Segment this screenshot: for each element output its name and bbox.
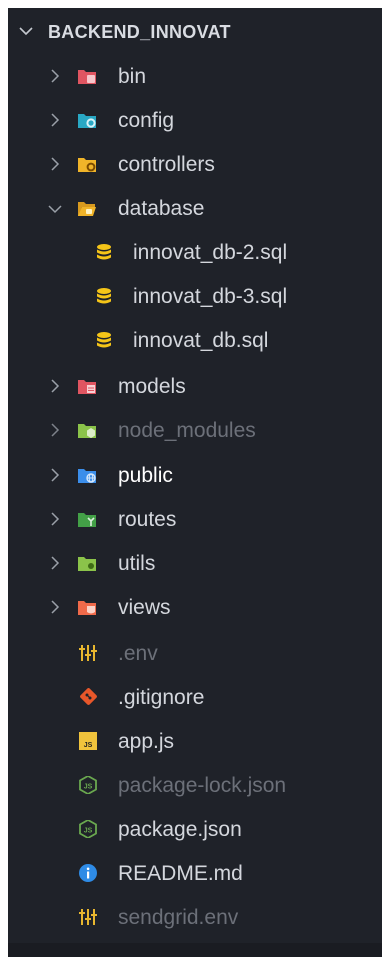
tree-folder-routes[interactable]: routes <box>8 497 382 541</box>
folder-models-icon <box>78 380 96 394</box>
tree-label: database <box>118 197 205 220</box>
tree-label: innovat_db.sql <box>133 329 269 352</box>
tree-label: config <box>118 109 175 132</box>
tree-label: package-lock.json <box>118 774 287 797</box>
tree-label: utils <box>118 552 156 575</box>
chevron-right-icon <box>51 512 60 526</box>
database-file-icon <box>97 288 111 304</box>
svg-text:JS: JS <box>84 828 93 835</box>
file-explorer-panel: BACKEND_INNOVAT bin config controllers d… <box>8 8 382 957</box>
tree-label: innovat_db-3.sql <box>133 285 288 308</box>
folder-views-icon <box>78 601 96 615</box>
svg-text:JS: JS <box>84 742 93 749</box>
explorer-root-label: BACKEND_INNOVAT <box>48 22 231 42</box>
tree-label: bin <box>118 65 147 88</box>
tree-file-gitignore[interactable]: .gitignore <box>8 675 382 719</box>
info-icon <box>79 864 97 882</box>
folder-open-database-icon <box>78 202 96 216</box>
folder-node-icon <box>78 424 96 438</box>
tree-file-innovat-db-3-sql[interactable]: innovat_db-3.sql <box>8 274 382 318</box>
folder-utils-icon <box>78 557 96 571</box>
folder-public-icon <box>78 469 96 483</box>
panel-bottom-edge <box>8 943 382 957</box>
chevron-down-icon <box>48 205 62 214</box>
nodejs-icon: JS <box>79 820 97 838</box>
settings-sliders-icon <box>79 645 97 661</box>
nodejs-icon: JS <box>79 776 97 794</box>
folder-config-icon <box>78 114 96 128</box>
chevron-right-icon <box>51 556 60 570</box>
tree-label: models <box>118 375 186 398</box>
tree-folder-utils[interactable]: utils <box>8 541 382 585</box>
folder-routes-icon <box>78 513 96 527</box>
chevron-right-icon <box>51 379 60 393</box>
tree-label: .gitignore <box>118 686 205 709</box>
tree-label: .env <box>118 642 158 665</box>
chevron-right-icon <box>51 600 60 614</box>
tree-label: app.js <box>118 730 175 753</box>
tree-folder-database[interactable]: database <box>8 186 382 230</box>
tree-file-app-js[interactable]: JS app.js <box>8 719 382 763</box>
tree-folder-models[interactable]: models <box>8 364 382 408</box>
folder-bin-icon <box>78 70 96 84</box>
settings-sliders-icon <box>79 909 97 925</box>
database-file-icon <box>97 244 111 260</box>
tree-file-sendgrid-env[interactable]: sendgrid.env <box>8 895 382 939</box>
tree-folder-bin[interactable]: bin <box>8 54 382 98</box>
tree-folder-views[interactable]: views <box>8 585 382 629</box>
tree-label: node_modules <box>118 419 256 442</box>
tree-folder-node-modules[interactable]: node_modules <box>8 408 382 452</box>
git-icon <box>80 688 97 705</box>
svg-text:JS: JS <box>84 784 93 791</box>
database-file-icon <box>97 332 111 348</box>
tree-file-package-json[interactable]: JS package.json <box>8 807 382 851</box>
tree-file-innovat-db-2-sql[interactable]: innovat_db-2.sql <box>8 230 382 274</box>
tree-file-innovat-db-sql[interactable]: innovat_db.sql <box>8 318 382 362</box>
folder-controllers-icon <box>78 158 96 172</box>
chevron-right-icon <box>51 69 60 83</box>
tree-folder-controllers[interactable]: controllers <box>8 142 382 186</box>
tree-label: public <box>118 464 173 487</box>
chevron-right-icon <box>51 157 60 171</box>
tree-label: sendgrid.env <box>118 906 239 929</box>
tree-label: controllers <box>118 153 215 176</box>
tree-label: views <box>118 596 171 619</box>
explorer-root-header[interactable]: BACKEND_INNOVAT <box>8 18 382 46</box>
chevron-down-icon <box>19 27 33 36</box>
tree-file-readme-md[interactable]: README.md <box>8 851 382 895</box>
tree-label: README.md <box>118 862 243 885</box>
javascript-icon: JS <box>79 732 97 750</box>
tree-label: innovat_db-2.sql <box>133 241 288 264</box>
chevron-right-icon <box>51 468 60 482</box>
tree-label: routes <box>118 508 177 531</box>
tree-file-env[interactable]: .env <box>8 631 382 675</box>
chevron-right-icon <box>51 423 60 437</box>
tree-folder-config[interactable]: config <box>8 98 382 142</box>
chevron-right-icon <box>51 113 60 127</box>
tree-folder-public[interactable]: public <box>8 453 382 497</box>
tree-file-package-lock-json[interactable]: JS package-lock.json <box>8 763 382 807</box>
tree-label: package.json <box>118 818 242 841</box>
